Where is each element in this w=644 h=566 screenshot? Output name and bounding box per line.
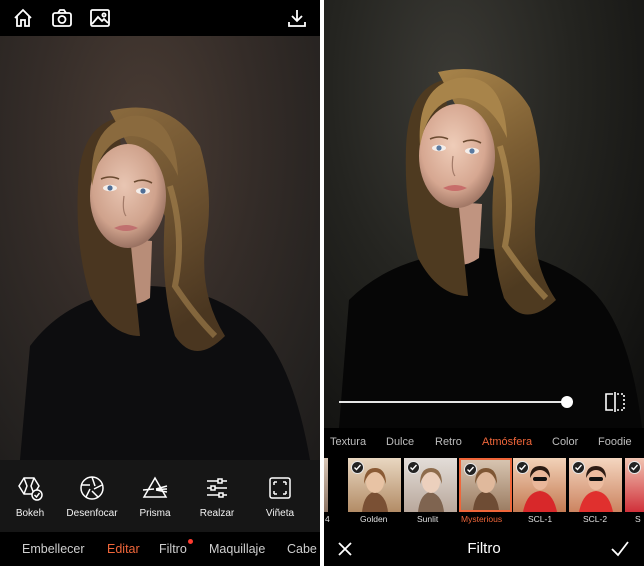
category-color[interactable]: Color — [552, 436, 578, 448]
tools-bar: Bokeh Desenfocar Prisma Realzar Viñeta — [0, 460, 320, 532]
check-badge-icon — [464, 463, 477, 476]
check-badge-icon — [516, 461, 529, 474]
top-toolbar — [0, 0, 320, 36]
portrait-image — [339, 68, 642, 428]
tool-vineta[interactable]: Viñeta — [248, 474, 312, 519]
check-badge-icon — [407, 461, 420, 474]
vignette-icon — [269, 477, 291, 499]
category-dulce[interactable]: Dulce — [386, 436, 414, 448]
checkmark-icon[interactable] — [610, 540, 630, 558]
filter-label: Mysterious — [461, 514, 503, 524]
category-retro[interactable]: Retro — [435, 436, 462, 448]
check-badge-icon — [351, 461, 364, 474]
tool-label: Viñeta — [265, 508, 295, 519]
filter-label: 4 — [325, 514, 330, 524]
filter-intensity-slider[interactable] — [339, 401, 572, 403]
tool-label: Desenfocar — [66, 508, 118, 519]
tool-desenfocar[interactable]: Desenfocar — [60, 474, 124, 519]
tool-label: Realzar — [199, 508, 235, 519]
tool-realzar[interactable]: Realzar — [185, 474, 249, 519]
filter-thumb-scl1[interactable] — [513, 458, 566, 512]
filter-category-bar: Textura Dulce Retro Atmósfera Color Food… — [324, 430, 644, 456]
category-textura[interactable]: Textura — [330, 436, 366, 448]
filter-label: Sunlit — [417, 514, 439, 524]
filter-thumb-scl2[interactable] — [569, 458, 622, 512]
tab-cabello[interactable]: Cabe — [287, 542, 317, 556]
filter-thumb-partial[interactable] — [324, 458, 328, 512]
filter-label: SCL-1 — [528, 514, 553, 524]
tool-prisma[interactable]: Prisma — [123, 474, 187, 519]
filter-screen: Textura Dulce Retro Atmósfera Color Food… — [324, 0, 644, 566]
compare-icon[interactable] — [602, 391, 628, 413]
filter-thumb-partial[interactable] — [625, 458, 644, 512]
tool-label: Prisma — [139, 508, 171, 519]
filter-label: Golden — [360, 514, 388, 524]
editor-screen: Bokeh Desenfocar Prisma Realzar Viñeta E… — [0, 0, 320, 566]
portrait-image — [20, 107, 310, 460]
tool-label: Bokeh — [15, 508, 45, 519]
category-atmosfera[interactable]: Atmósfera — [482, 436, 532, 448]
bottom-tab-bar: Embellecer Editar Filtro Maquillaje Cabe — [0, 532, 320, 566]
filter-thumb-golden[interactable] — [348, 458, 401, 512]
check-badge-icon — [628, 461, 641, 474]
bokeh-icon — [18, 477, 43, 501]
prism-icon — [142, 476, 168, 498]
tab-embellecer[interactable]: Embellecer — [22, 542, 85, 556]
download-icon[interactable] — [286, 7, 308, 29]
filter-label: S — [635, 514, 641, 524]
filter-label: SCL-2 — [583, 514, 608, 524]
filter-thumb-mysterious[interactable] — [459, 458, 512, 512]
filter-thumb-sunlit[interactable] — [404, 458, 457, 512]
screen-title: Filtro — [467, 540, 501, 557]
tab-maquillaje[interactable]: Maquillaje — [209, 542, 265, 556]
sliders-icon — [207, 478, 227, 498]
tab-filtro[interactable]: Filtro — [159, 542, 187, 556]
photo-canvas[interactable] — [324, 0, 644, 428]
check-badge-icon — [572, 461, 585, 474]
photo-canvas[interactable] — [0, 36, 320, 460]
tool-bokeh[interactable]: Bokeh — [0, 474, 62, 519]
home-icon[interactable] — [12, 7, 34, 29]
filter-action-bar: Filtro — [324, 532, 644, 566]
tab-editar[interactable]: Editar — [107, 542, 140, 556]
gallery-icon[interactable] — [89, 7, 111, 29]
filter-thumbnail-row: 4 Golden Sunlit Mysterious SCL-1 SCL-2 S — [324, 456, 644, 528]
camera-icon[interactable] — [51, 7, 73, 29]
notification-dot — [188, 539, 193, 544]
aperture-icon — [80, 476, 104, 500]
category-foodie[interactable]: Foodie — [598, 436, 632, 448]
